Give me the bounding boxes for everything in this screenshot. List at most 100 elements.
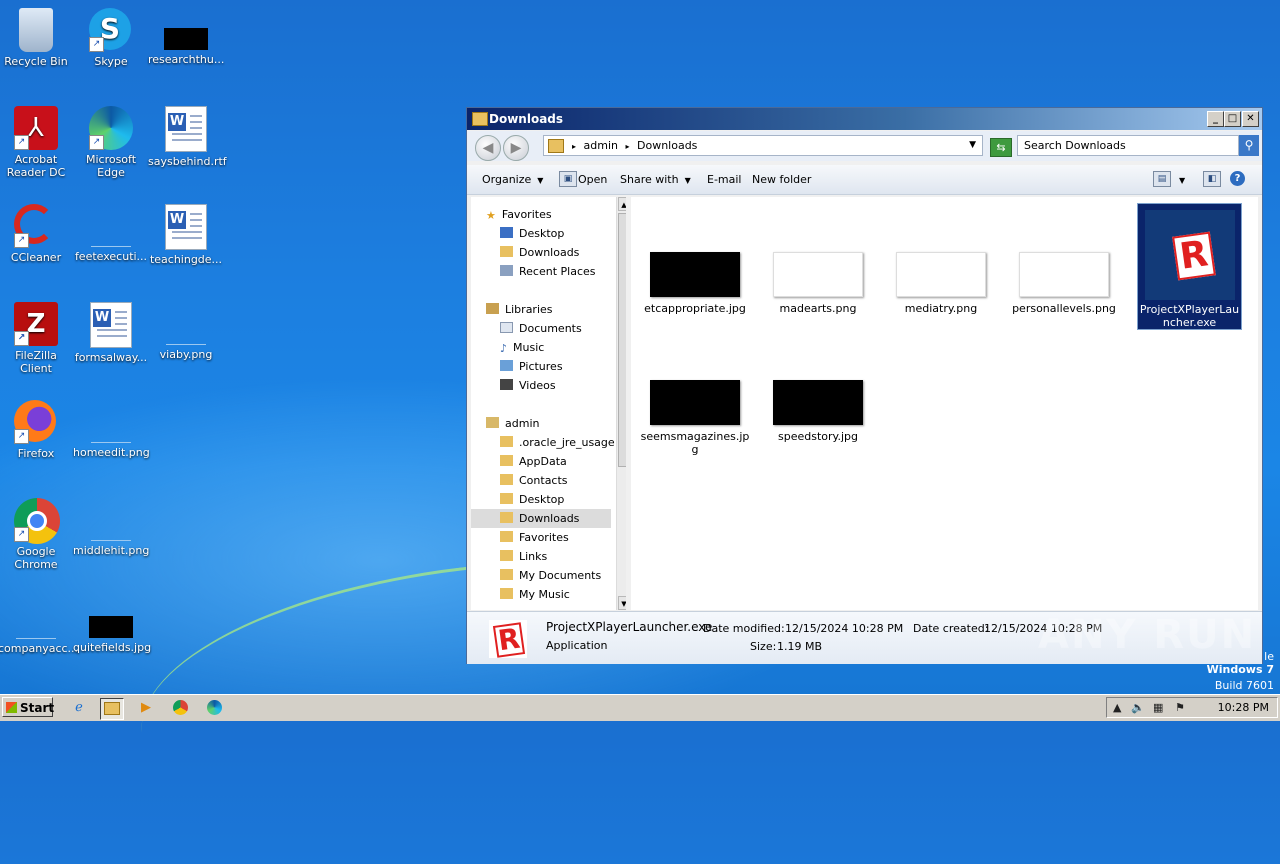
nav-admin-downloads[interactable]: Downloads bbox=[471, 509, 611, 528]
desktop-icon-ccleaner[interactable]: ↗ CCleaner bbox=[0, 204, 74, 264]
minimize-button[interactable]: _ bbox=[1207, 111, 1224, 127]
desktop-icon-chrome[interactable]: ↗ Google Chrome bbox=[0, 498, 74, 571]
media-player-taskbar-icon[interactable]: ▶ bbox=[135, 698, 157, 718]
desktop-icon-firefox[interactable]: ↗ Firefox bbox=[0, 400, 74, 460]
file-item[interactable]: mediatry.png bbox=[886, 252, 996, 315]
breadcrumb-downloads[interactable]: Downloads bbox=[637, 139, 697, 152]
desktop-icon-skype[interactable]: S ↗ Skype bbox=[73, 8, 149, 68]
desktop-icon-researchthu[interactable]: researchthu... bbox=[148, 8, 224, 66]
nav-label: Links bbox=[519, 550, 548, 563]
new-folder-button[interactable]: New folder bbox=[752, 173, 811, 186]
edge-taskbar-icon[interactable] bbox=[203, 698, 225, 718]
change-view-icon[interactable]: ▤ bbox=[1153, 171, 1171, 187]
desktop-icon-middlehit[interactable]: middlehit.png bbox=[73, 498, 149, 557]
nav-libraries[interactable]: Libraries bbox=[486, 300, 626, 319]
organize-button[interactable]: Organize ▼ bbox=[482, 173, 543, 186]
file-item[interactable]: madearts.png bbox=[763, 252, 873, 315]
show-hidden-icons-icon[interactable]: ▲ bbox=[1113, 701, 1121, 714]
scroll-up-icon[interactable]: ▲ bbox=[618, 197, 626, 211]
word-doc-icon: W bbox=[165, 204, 207, 250]
taskbar: Start ℯ ▶ ▲ 🔈 ▦ ⚑ 10:28 PM bbox=[0, 694, 1280, 721]
start-button[interactable]: Start bbox=[2, 697, 54, 717]
nav-admin-favorites[interactable]: Favorites bbox=[500, 528, 626, 547]
open-button[interactable]: Open bbox=[578, 173, 607, 186]
desktop-icon-viaby[interactable]: viaby.png bbox=[148, 302, 224, 361]
network-icon[interactable]: ▦ bbox=[1153, 701, 1163, 714]
nav-admin-oracle[interactable]: .oracle_jre_usage bbox=[500, 433, 626, 452]
file-item[interactable]: seemsmagazines.jpg bbox=[640, 380, 750, 456]
nav-admin-my-music[interactable]: My Music bbox=[500, 585, 626, 604]
chevron-down-icon[interactable]: ▼ bbox=[969, 136, 976, 155]
search-input[interactable]: Search Downloads bbox=[1017, 135, 1239, 156]
file-name: speedstory.jpg bbox=[778, 430, 858, 443]
nav-lib-videos[interactable]: Videos bbox=[500, 376, 626, 395]
image-file-icon bbox=[91, 228, 131, 247]
file-item[interactable]: personallevels.png bbox=[1009, 252, 1119, 315]
nav-fav-downloads[interactable]: Downloads bbox=[500, 243, 626, 262]
share-with-button[interactable]: Share with ▼ bbox=[620, 173, 691, 186]
nav-admin-appdata[interactable]: AppData bbox=[500, 452, 626, 471]
user-folder-icon bbox=[486, 417, 499, 428]
image-file-icon bbox=[91, 522, 131, 541]
view-options-chevron-icon[interactable]: ▼ bbox=[1179, 173, 1185, 186]
nav-lib-music[interactable]: ♪ Music bbox=[500, 338, 626, 357]
ie-taskbar-icon[interactable]: ℯ bbox=[68, 698, 90, 718]
nav-lib-pictures[interactable]: Pictures bbox=[500, 357, 626, 376]
desktop-icon-edge[interactable]: ↗ Microsoft Edge bbox=[73, 106, 149, 179]
folder-icon bbox=[500, 455, 513, 466]
preview-pane-icon[interactable]: ◧ bbox=[1203, 171, 1221, 187]
nav-fav-recent-places[interactable]: Recent Places bbox=[500, 262, 626, 281]
search-icon[interactable]: ⚲ bbox=[1239, 135, 1259, 156]
address-bar[interactable]: ▸ admin ▸ Downloads ▼ bbox=[543, 135, 983, 156]
nav-admin[interactable]: admin bbox=[486, 414, 626, 433]
scroll-thumb[interactable] bbox=[618, 213, 626, 467]
nav-admin-my-documents[interactable]: My Documents bbox=[500, 566, 626, 585]
file-item-selected[interactable]: R ProjectXPlayerLauncher.exe bbox=[1137, 203, 1242, 330]
desktop-icon-quitefields[interactable]: quitefields.jpg bbox=[73, 596, 151, 654]
nav-admin-contacts[interactable]: Contacts bbox=[500, 471, 626, 490]
maximize-button[interactable]: □ bbox=[1224, 111, 1241, 127]
file-item[interactable]: etcappropriate.jpg bbox=[640, 252, 750, 315]
desktop-icon-filezilla[interactable]: Z ↗ FileZilla Client bbox=[0, 302, 74, 375]
nav-label: Favorites bbox=[519, 531, 569, 544]
close-button[interactable]: ✕ bbox=[1242, 111, 1259, 127]
refresh-button[interactable]: ⇆ bbox=[990, 138, 1012, 157]
nav-admin-links[interactable]: Links bbox=[500, 547, 626, 566]
nav-lib-documents[interactable]: Documents bbox=[500, 319, 626, 338]
image-thumbnail bbox=[773, 252, 863, 297]
nav-label: Favorites bbox=[501, 208, 552, 221]
acrobat-icon: ⅄ ↗ bbox=[14, 106, 58, 150]
image-file-icon bbox=[164, 28, 208, 50]
folder-icon bbox=[500, 588, 513, 599]
nav-admin-desktop[interactable]: Desktop bbox=[500, 490, 626, 509]
desktop-icon-saysbehind[interactable]: W saysbehind.rtf bbox=[148, 106, 227, 168]
desktop-icon-acrobat[interactable]: ⅄ ↗ Acrobat Reader DC bbox=[0, 106, 74, 179]
share-with-label: Share with bbox=[620, 173, 679, 186]
image-file-icon bbox=[16, 620, 56, 639]
file-item[interactable]: speedstory.jpg bbox=[763, 380, 873, 443]
desktop-icon-companyacc[interactable]: companyacc... bbox=[0, 596, 78, 655]
desktop-icon-teachingde[interactable]: W teachingde... bbox=[148, 204, 224, 266]
desktop-icon-homeedit[interactable]: homeedit.png bbox=[73, 400, 150, 459]
desktop-icon-feetexecuti[interactable]: feetexecuti... bbox=[73, 204, 149, 263]
nav-label: AppData bbox=[519, 455, 567, 468]
command-bar: Organize ▼ ▣ Open Share with ▼ E-mail New … bbox=[467, 165, 1262, 195]
back-button[interactable]: ◀ bbox=[475, 135, 501, 161]
desktop-icon-formsalway[interactable]: W formsalway... bbox=[73, 302, 149, 364]
help-icon[interactable]: ? bbox=[1230, 171, 1245, 186]
window-titlebar[interactable]: Downloads _ □ ✕ bbox=[467, 108, 1262, 130]
chrome-taskbar-icon[interactable] bbox=[169, 698, 191, 718]
scroll-down-icon[interactable]: ▼ bbox=[618, 596, 626, 610]
email-button[interactable]: E-mail bbox=[707, 173, 742, 186]
volume-icon[interactable]: 🔈 bbox=[1131, 701, 1145, 714]
nav-fav-desktop[interactable]: Desktop bbox=[500, 224, 626, 243]
explorer-taskbar-icon[interactable] bbox=[100, 698, 124, 720]
nav-favorites[interactable]: ★ Favorites bbox=[486, 205, 626, 224]
nav-scrollbar[interactable]: ▲ ▼ bbox=[616, 197, 626, 610]
clock[interactable]: 10:28 PM bbox=[1218, 701, 1269, 714]
forward-button[interactable]: ▶ bbox=[503, 135, 529, 161]
file-list: etcappropriate.jpg madearts.png mediatry… bbox=[631, 197, 1258, 610]
desktop-icon-recycle-bin[interactable]: Recycle Bin bbox=[0, 8, 74, 68]
breadcrumb-admin[interactable]: admin bbox=[584, 139, 618, 152]
action-center-flag-icon[interactable]: ⚑ bbox=[1175, 701, 1185, 714]
